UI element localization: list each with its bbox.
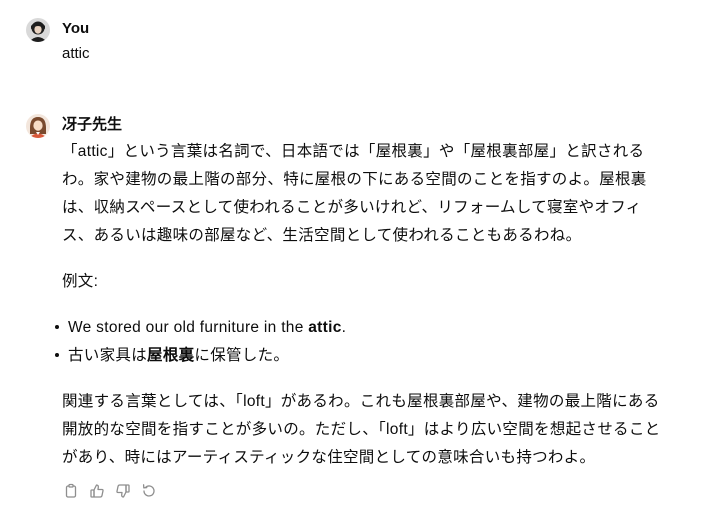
chat-conversation: You attic 冴子先生 「attic」という言葉は名詞で、日本語では「屋根… [0,0,708,531]
related-words-paragraph: 関連する言葉としては、「loft」があるわ。これも屋根裏部屋や、建物の最上階にあ… [62,393,661,466]
user-avatar [26,18,50,42]
example-label: 例文: [62,273,99,290]
message-actions [62,482,158,500]
thumbs-up-icon [90,484,104,498]
thumbs-up-button[interactable] [88,482,106,500]
regenerate-button[interactable] [140,482,158,500]
thumbs-down-icon [116,484,130,498]
copy-button[interactable] [62,482,80,500]
user-author-name: You [62,20,90,37]
explanation-paragraph: 「attic」という言葉は名詞で、日本語では「屋根裏」や「屋根裏部屋」と訳される… [62,143,647,244]
assistant-author-name: 冴子先生 [62,116,123,133]
example-keyword: attic [308,319,342,336]
assistant-message-body: 「attic」という言葉は名詞で、日本語では「屋根裏」や「屋根裏部屋」と訳される… [55,138,667,472]
regenerate-icon [142,484,155,497]
example-sentence-japanese: 古い家具は屋根裏に保管した。 [52,342,667,370]
user-message-text: attic [62,45,90,62]
example-sentence-english: We stored our old furniture in the attic… [52,314,667,342]
copy-icon [65,483,77,498]
thumbs-down-button[interactable] [114,482,132,500]
assistant-avatar [26,114,50,138]
example-list: We stored our old furniture in the attic… [52,314,667,370]
example-keyword: 屋根裏 [147,347,195,364]
